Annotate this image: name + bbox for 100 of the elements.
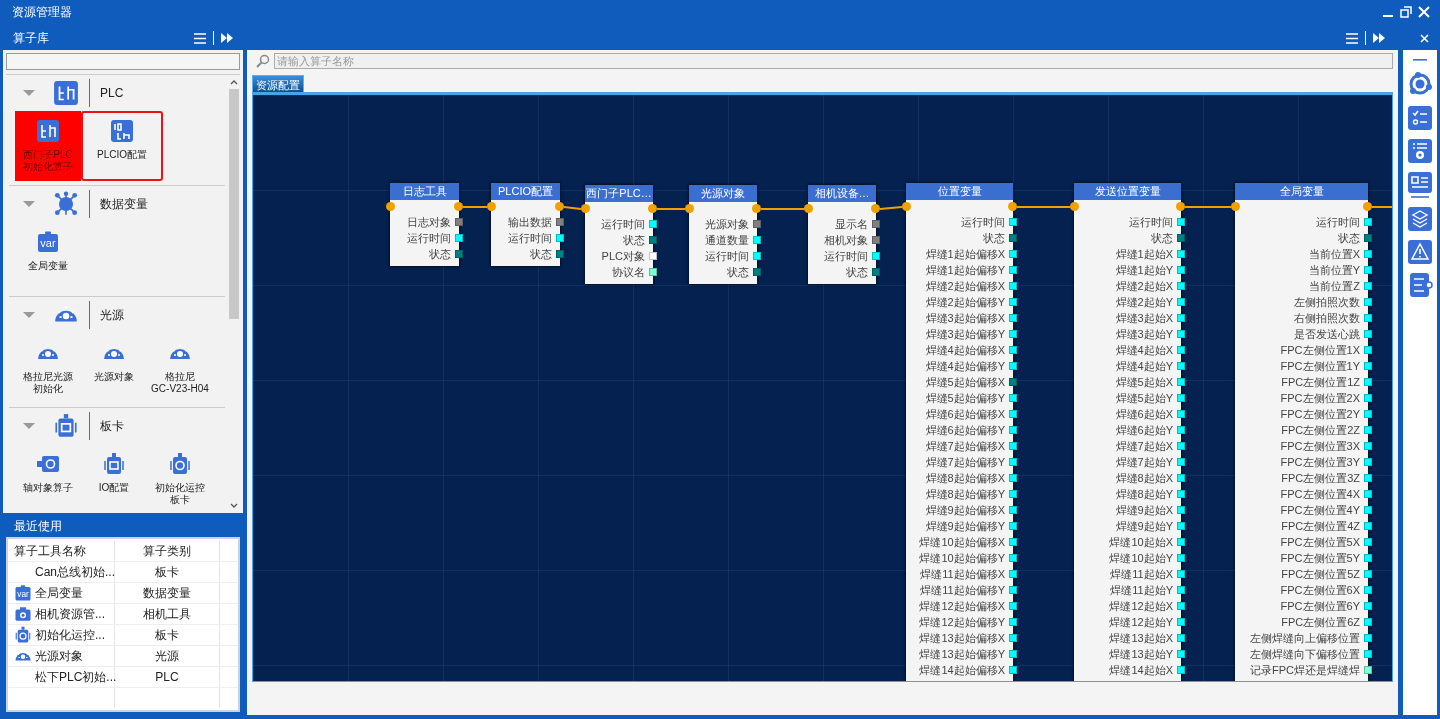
port[interactable] — [1177, 538, 1185, 546]
fast-forward-icon[interactable] — [1373, 33, 1385, 43]
port[interactable] — [1364, 250, 1372, 258]
input-port[interactable] — [487, 202, 496, 211]
port[interactable] — [556, 250, 564, 258]
port[interactable] — [649, 252, 657, 260]
checklist-icon[interactable] — [1408, 106, 1432, 130]
input-port[interactable] — [804, 204, 813, 213]
port[interactable] — [1009, 330, 1017, 338]
output-port[interactable] — [1008, 202, 1017, 211]
port[interactable] — [1177, 410, 1185, 418]
port[interactable] — [1177, 618, 1185, 626]
port[interactable] — [1364, 570, 1372, 578]
port[interactable] — [1177, 634, 1185, 642]
close-icon[interactable] — [1418, 6, 1430, 18]
port[interactable] — [753, 268, 761, 276]
input-port[interactable] — [1070, 202, 1079, 211]
port[interactable] — [1364, 426, 1372, 434]
input-port[interactable] — [902, 202, 911, 211]
port[interactable] — [1009, 346, 1017, 354]
port[interactable] — [1177, 426, 1185, 434]
tab[interactable]: 资源配置 — [252, 75, 304, 92]
port[interactable] — [1177, 442, 1185, 450]
port[interactable] — [1009, 554, 1017, 562]
scroll-up-icon[interactable] — [230, 79, 238, 85]
port[interactable] — [1177, 458, 1185, 466]
port[interactable] — [649, 268, 657, 276]
port[interactable] — [1177, 650, 1185, 658]
port[interactable] — [1009, 362, 1017, 370]
port[interactable] — [1177, 218, 1185, 226]
port[interactable] — [1009, 410, 1017, 418]
operator-item[interactable]: PLCIO配置 — [81, 111, 163, 181]
port[interactable] — [1364, 506, 1372, 514]
output-port[interactable] — [648, 204, 657, 213]
operator-item[interactable]: 格拉尼光源初始化 — [15, 333, 81, 403]
list-icon[interactable] — [1407, 273, 1433, 297]
port[interactable] — [1009, 266, 1017, 274]
port[interactable] — [649, 220, 657, 228]
port[interactable] — [1364, 218, 1372, 226]
port[interactable] — [872, 236, 880, 244]
port[interactable] — [1009, 442, 1017, 450]
port[interactable] — [1364, 346, 1372, 354]
port[interactable] — [1009, 506, 1017, 514]
port[interactable] — [1364, 378, 1372, 386]
port[interactable] — [1177, 394, 1185, 402]
port[interactable] — [1009, 570, 1017, 578]
input-port[interactable] — [685, 204, 694, 213]
port[interactable] — [1364, 330, 1372, 338]
port[interactable] — [1177, 506, 1185, 514]
port[interactable] — [1177, 490, 1185, 498]
input-port[interactable] — [581, 204, 590, 213]
port[interactable] — [1177, 666, 1185, 674]
port[interactable] — [1177, 330, 1185, 338]
port[interactable] — [1009, 666, 1017, 674]
port[interactable] — [1177, 250, 1185, 258]
port[interactable] — [1177, 602, 1185, 610]
port[interactable] — [872, 268, 880, 276]
port[interactable] — [753, 220, 761, 228]
close-icon[interactable] — [1420, 33, 1429, 43]
collapse-icon[interactable] — [1413, 58, 1427, 62]
list-settings-icon[interactable] — [1408, 139, 1432, 163]
port[interactable] — [1177, 586, 1185, 594]
port[interactable] — [1009, 218, 1017, 226]
port[interactable] — [1009, 586, 1017, 594]
port[interactable] — [1177, 282, 1185, 290]
port[interactable] — [1177, 314, 1185, 322]
port[interactable] — [1364, 410, 1372, 418]
port[interactable] — [872, 252, 880, 260]
port[interactable] — [1364, 474, 1372, 482]
port[interactable] — [1177, 298, 1185, 306]
port[interactable] — [1009, 634, 1017, 642]
port[interactable] — [1177, 346, 1185, 354]
port[interactable] — [1009, 378, 1017, 386]
scroll-down-icon[interactable] — [230, 503, 238, 509]
port[interactable] — [1364, 650, 1372, 658]
layers-icon[interactable] — [1408, 207, 1432, 231]
port[interactable] — [1364, 298, 1372, 306]
restore-icon[interactable] — [1400, 6, 1412, 18]
port[interactable] — [1364, 618, 1372, 626]
port[interactable] — [1364, 394, 1372, 402]
port[interactable] — [455, 218, 463, 226]
operator-item[interactable]: 轴对象算子 — [15, 444, 81, 513]
port[interactable] — [1009, 618, 1017, 626]
port[interactable] — [1364, 602, 1372, 610]
search-field[interactable]: 请输入算子名称 — [274, 53, 1393, 69]
operator-item[interactable]: 初始化运控板卡 — [147, 444, 213, 513]
port[interactable] — [1177, 474, 1185, 482]
column-header[interactable]: 算子工具名称 — [8, 541, 115, 561]
layout-icon[interactable] — [1407, 172, 1433, 198]
port[interactable] — [1009, 234, 1017, 242]
port[interactable] — [1009, 602, 1017, 610]
port[interactable] — [1364, 234, 1372, 242]
collapse-arrow-icon[interactable] — [23, 87, 35, 99]
port[interactable] — [1364, 282, 1372, 290]
port[interactable] — [1177, 234, 1185, 242]
port[interactable] — [1364, 314, 1372, 322]
port[interactable] — [1177, 554, 1185, 562]
port[interactable] — [1009, 522, 1017, 530]
port[interactable] — [455, 250, 463, 258]
port[interactable] — [1364, 362, 1372, 370]
